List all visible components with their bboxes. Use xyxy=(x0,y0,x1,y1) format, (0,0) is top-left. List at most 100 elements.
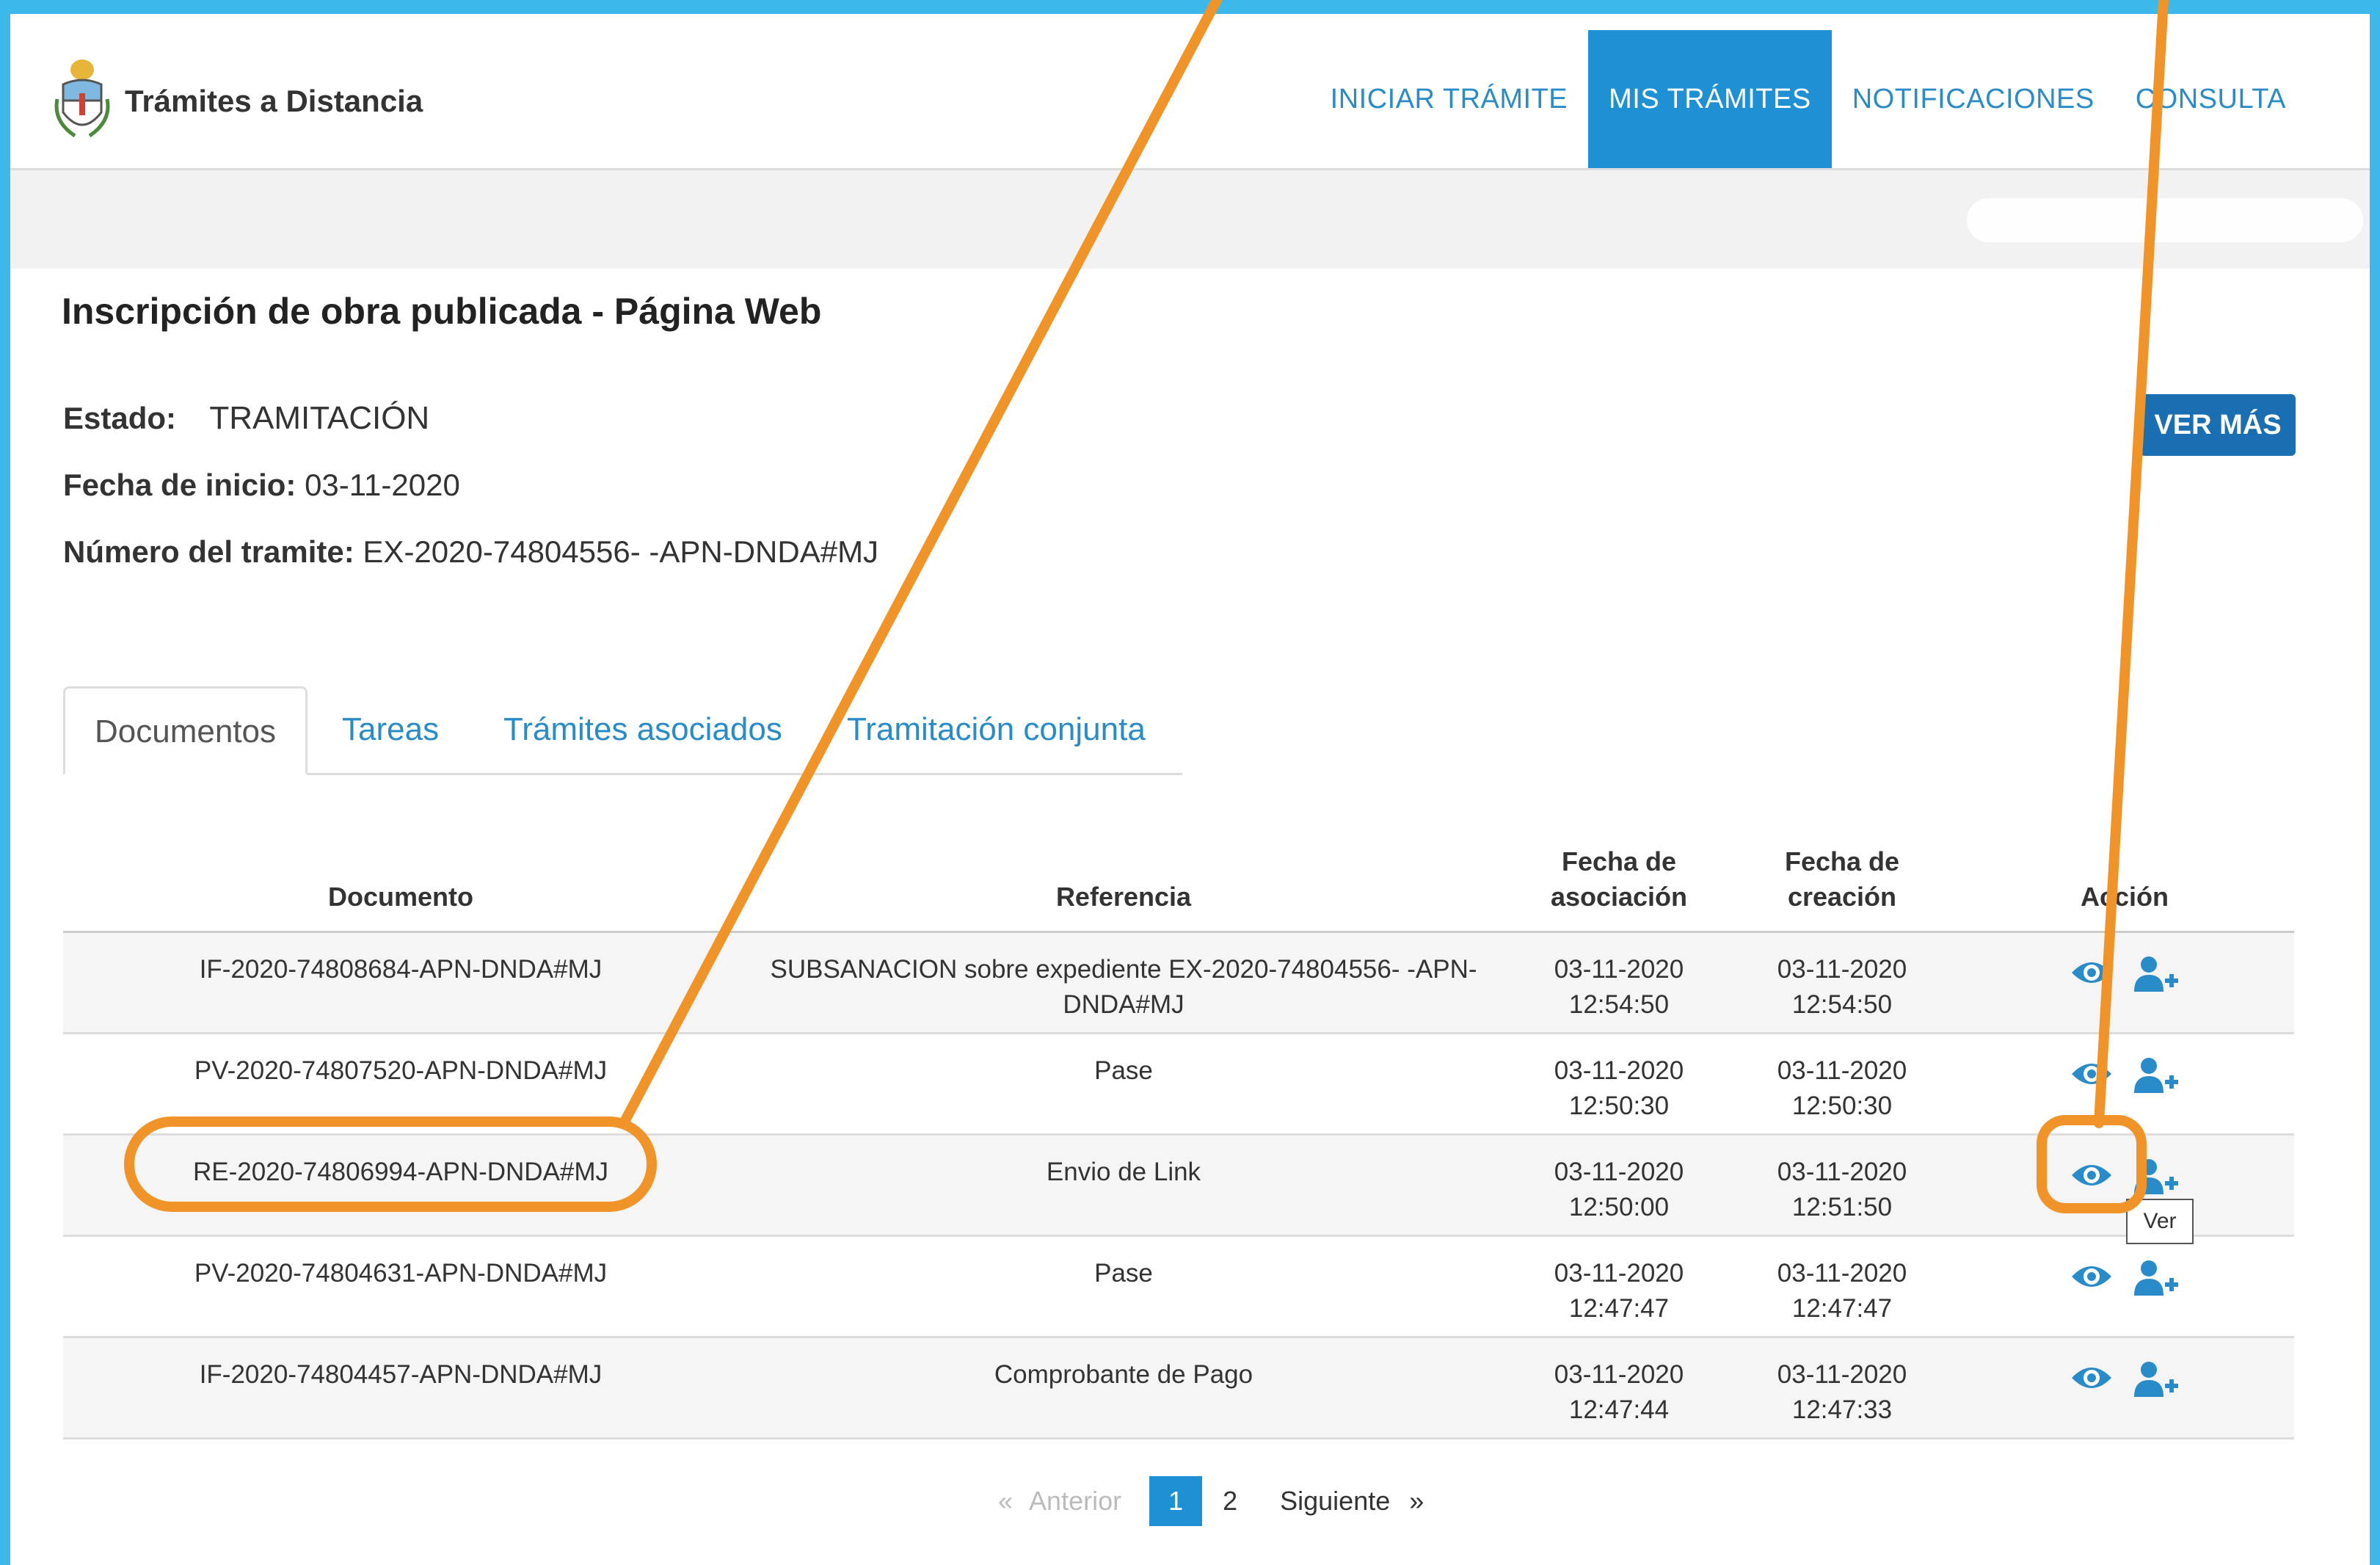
header-fecha-asociacion-line2: asociación xyxy=(1550,882,1688,912)
cell-accion xyxy=(1955,932,2294,1034)
pagination-page-1[interactable]: 1 xyxy=(1149,1476,1203,1526)
cell-referencia: Comprobante de Pago xyxy=(738,1337,1509,1439)
nav-mis-tramites[interactable]: MIS TRÁMITES xyxy=(1588,30,1832,168)
pagination-page-2[interactable]: 2 xyxy=(1223,1486,1237,1517)
cell-asoc-hora: 12:50:00 xyxy=(1568,1193,1670,1221)
add-user-icon[interactable] xyxy=(2133,1360,2180,1408)
cell-asoc-hora: 12:50:30 xyxy=(1568,1092,1670,1120)
cell-referencia: Pase xyxy=(738,1033,1509,1136)
pagination-next[interactable]: Siguiente xyxy=(1280,1486,1390,1517)
cell-crea-fecha: 03-11-2020 xyxy=(1777,1158,1907,1186)
cell-crea-hora: 12:50:30 xyxy=(1791,1092,1893,1120)
cell-crea-fecha: 03-11-2020 xyxy=(1777,1360,1907,1389)
cell-asoc-hora: 12:47:44 xyxy=(1568,1395,1670,1424)
add-user-icon[interactable] xyxy=(2133,955,2180,1003)
cell-asoc-hora: 12:47:47 xyxy=(1568,1294,1670,1323)
cell-fecha-creacion: 03-11-2020 12:47:33 xyxy=(1729,1337,1955,1439)
cell-crea-hora: 12:51:50 xyxy=(1791,1193,1893,1221)
cell-asoc-hora: 12:54:50 xyxy=(1568,990,1670,1019)
cell-fecha-creacion: 03-11-2020 12:47:47 xyxy=(1729,1235,1955,1338)
header-referencia: Referencia xyxy=(738,821,1509,933)
header-fecha-asociacion: Fecha de asociación xyxy=(1509,821,1729,933)
table-row: PV-2020-74804631-APN-DNDA#MJ Pase 03-11-… xyxy=(63,1235,2294,1338)
cell-fecha-asociacion: 03-11-2020 12:50:00 xyxy=(1509,1134,1729,1237)
tab-tramitacion-conjunta[interactable]: Tramitación conjunta xyxy=(847,686,1146,773)
cell-fecha-asociacion: 03-11-2020 12:54:50 xyxy=(1509,932,1729,1034)
header-accion: Acción xyxy=(1955,821,2294,933)
header-fecha-asociacion-line1: Fecha de xyxy=(1561,846,1677,876)
navbar: Trámites a Distancia INICIAR TRÁMITE MIS… xyxy=(10,29,2370,170)
cell-accion xyxy=(1955,1033,2294,1136)
cell-referencia-line1: Comprobante de Pago xyxy=(994,1360,1253,1389)
fecha-value: 03-11-2020 xyxy=(305,468,460,502)
nav-notificaciones[interactable]: NOTIFICACIONES xyxy=(1832,30,2115,168)
fecha-row: Fecha de inicio: 03-11-2020 xyxy=(63,468,460,503)
cell-asoc-fecha: 03-11-2020 xyxy=(1554,1259,1684,1288)
estado-value: TRAMITACIÓN xyxy=(209,400,430,436)
tab-tramites-asociados[interactable]: Trámites asociados xyxy=(503,686,782,773)
cell-fecha-creacion: 03-11-2020 12:54:50 xyxy=(1729,932,1955,1034)
cell-referencia: Envio de Link xyxy=(738,1134,1509,1237)
cell-documento: PV-2020-74804631-APN-DNDA#MJ xyxy=(63,1235,738,1338)
cell-documento: PV-2020-74807520-APN-DNDA#MJ xyxy=(63,1033,738,1136)
header-fecha-creacion-line2: creación xyxy=(1787,882,1897,912)
cell-accion xyxy=(1955,1235,2294,1338)
pagination-prev-arrow: « xyxy=(998,1486,1013,1516)
nav-iniciar-tramite[interactable]: INICIAR TRÁMITE xyxy=(1310,30,1589,168)
cell-fecha-asociacion: 03-11-2020 12:47:47 xyxy=(1509,1235,1729,1338)
coat-of-arms-icon xyxy=(53,55,112,147)
cell-referencia-line1: SUBSANACION sobre expediente EX-2020-748… xyxy=(770,955,1477,984)
cell-crea-fecha: 03-11-2020 xyxy=(1777,1056,1907,1085)
cell-asoc-fecha: 03-11-2020 xyxy=(1554,1360,1684,1389)
cell-asoc-fecha: 03-11-2020 xyxy=(1554,1056,1684,1085)
estado-label: Estado: xyxy=(63,401,177,435)
estado-row: Estado: TRAMITACIÓN xyxy=(63,400,429,437)
frame-right xyxy=(2370,0,2380,1565)
cell-fecha-creacion: 03-11-2020 12:50:30 xyxy=(1729,1033,1955,1136)
brand[interactable]: Trámites a Distancia xyxy=(53,55,423,147)
numero-value: EX-2020-74804556- -APN-DNDA#MJ xyxy=(363,534,879,569)
numero-label: Número del tramite: xyxy=(63,534,354,569)
cell-asoc-fecha: 03-11-2020 xyxy=(1554,1158,1684,1186)
eye-icon[interactable] xyxy=(2070,1056,2114,1104)
nav-consulta[interactable]: CONSULTA xyxy=(2115,30,2307,168)
header-documento: Documento xyxy=(63,821,738,933)
eye-icon[interactable] xyxy=(2070,955,2114,1003)
tab-documentos[interactable]: Documentos xyxy=(63,686,308,775)
eye-icon[interactable] xyxy=(2070,1158,2114,1205)
add-user-icon[interactable] xyxy=(2133,1259,2180,1307)
cell-referencia-line1: Envio de Link xyxy=(1046,1158,1201,1186)
cell-asoc-fecha: 03-11-2020 xyxy=(1554,955,1684,984)
pagination-next-arrow[interactable]: » xyxy=(1409,1486,1424,1517)
cell-referencia-line2: DNDA#MJ xyxy=(1063,990,1184,1019)
table-row: IF-2020-74804457-APN-DNDA#MJ Comprobante… xyxy=(63,1337,2294,1439)
table-row: IF-2020-74808684-APN-DNDA#MJ SUBSANACION… xyxy=(63,932,2294,1034)
cell-documento: IF-2020-74808684-APN-DNDA#MJ xyxy=(63,932,738,1034)
cell-fecha-asociacion: 03-11-2020 12:47:44 xyxy=(1509,1337,1729,1439)
cell-fecha-asociacion: 03-11-2020 12:50:30 xyxy=(1509,1033,1729,1136)
tabs: Documentos Tareas Trámites asociados Tra… xyxy=(63,686,1182,775)
cell-accion xyxy=(1955,1337,2294,1439)
eye-icon[interactable] xyxy=(2070,1259,2114,1307)
tab-tareas[interactable]: Tareas xyxy=(342,686,439,773)
fecha-label: Fecha de inicio: xyxy=(63,468,296,502)
documents-table: Documento Referencia Fecha de asociación… xyxy=(63,821,2294,1439)
cell-referencia-line1: Pase xyxy=(1094,1056,1153,1085)
cell-referencia: Pase xyxy=(738,1235,1509,1338)
numero-row: Número del tramite: EX-2020-74804556- -A… xyxy=(63,534,878,570)
redacted-area xyxy=(1967,198,2363,242)
eye-icon[interactable] xyxy=(2070,1360,2114,1408)
pagination: « Anterior 1 2 Siguiente » xyxy=(998,1475,1424,1527)
cell-crea-fecha: 03-11-2020 xyxy=(1777,1259,1907,1288)
add-user-icon[interactable] xyxy=(2133,1056,2180,1104)
main-nav: INICIAR TRÁMITE MIS TRÁMITES NOTIFICACIO… xyxy=(1310,30,2370,168)
cell-accion xyxy=(1955,1134,2294,1237)
table-header-row: Documento Referencia Fecha de asociación… xyxy=(63,821,2294,933)
ver-mas-button[interactable]: VER MÁS xyxy=(2140,394,2296,456)
cell-crea-fecha: 03-11-2020 xyxy=(1777,955,1907,984)
tooltip-ver: Ver xyxy=(2126,1199,2194,1244)
cell-crea-hora: 12:47:47 xyxy=(1791,1294,1893,1323)
header-fecha-creacion: Fecha de creación xyxy=(1729,821,1955,933)
cell-documento: IF-2020-74804457-APN-DNDA#MJ xyxy=(63,1337,738,1439)
